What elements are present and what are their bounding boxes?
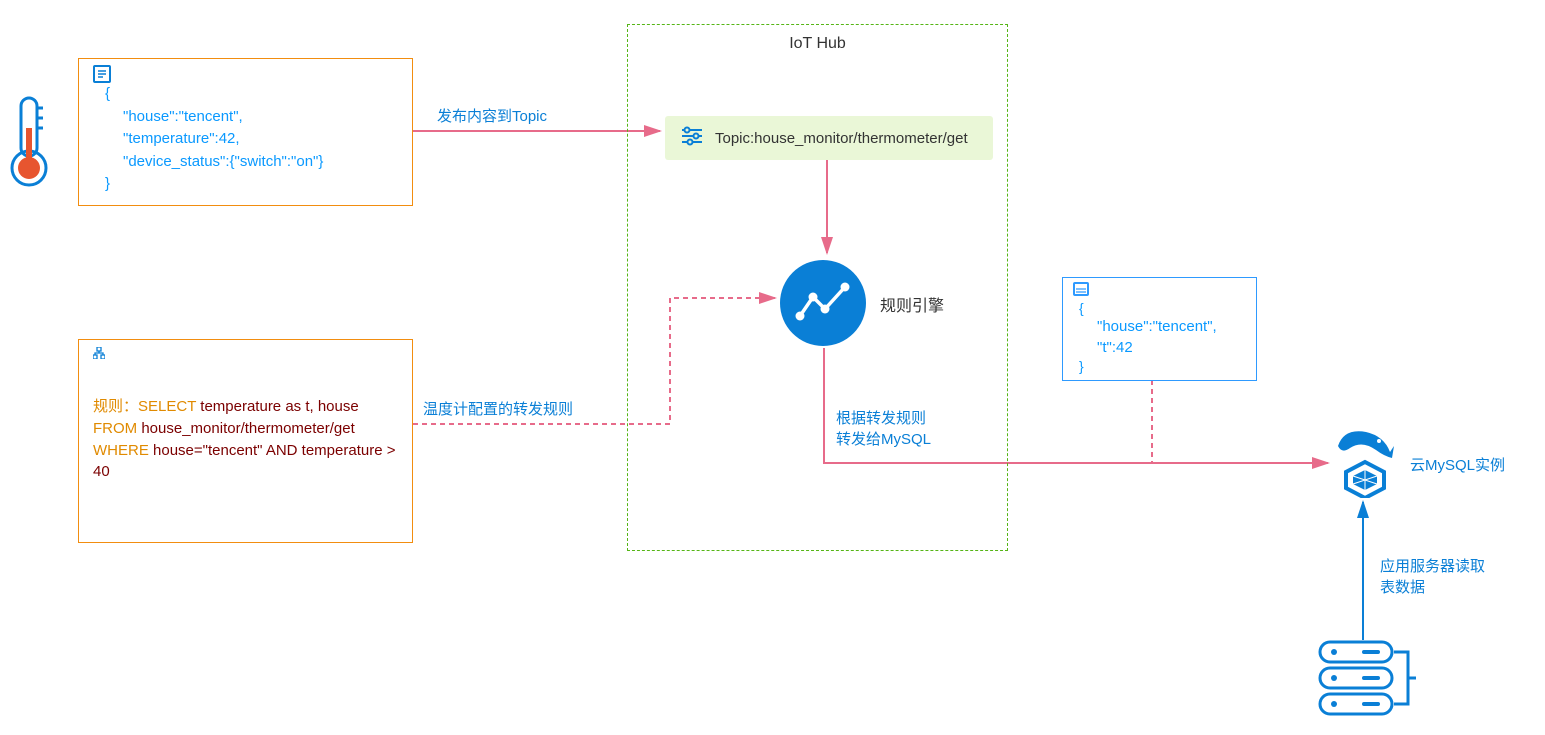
forward-label: 根据转发规则 转发给MySQL xyxy=(836,407,931,449)
device-json-line: "device_status":{"switch":"on"} xyxy=(93,151,392,174)
thermometer-icon xyxy=(6,94,52,190)
server-read-label: 应用服务器读取 表数据 xyxy=(1380,555,1485,597)
topic-text: Topic:house_monitor/thermometer/get xyxy=(715,130,968,147)
out-json-line: "t":42 xyxy=(1073,337,1242,358)
rule-text: 规则：SELECT temperature as t, house FROM h… xyxy=(93,396,398,483)
topic-pill: Topic:house_monitor/thermometer/get xyxy=(665,116,993,160)
rule-config-label: 温度计配置的转发规则 xyxy=(423,398,573,419)
server-stack-icon xyxy=(1318,640,1418,721)
publish-label: 发布内容到Topic xyxy=(437,105,547,126)
device-json-box: { "house":"tencent", "temperature":42, "… xyxy=(78,58,413,206)
note-icon xyxy=(93,65,111,83)
hierarchy-icon xyxy=(93,346,398,362)
output-json-box: { "house":"tencent", "t":42 } xyxy=(1062,277,1257,381)
rule-engine-node xyxy=(780,260,866,346)
note-icon xyxy=(1073,282,1089,296)
rule-box: 规则：SELECT temperature as t, house FROM h… xyxy=(78,339,413,543)
graph-icon xyxy=(795,281,851,325)
device-json-line: "temperature":42, xyxy=(93,128,392,151)
mysql-label: 云MySQL实例 xyxy=(1410,454,1505,475)
sliders-icon xyxy=(681,126,703,150)
iot-hub-title: IoT Hub xyxy=(628,35,1007,53)
rule-engine-label: 规则引擎 xyxy=(880,292,944,316)
out-json-line: "house":"tencent", xyxy=(1073,316,1242,337)
device-json-line: "house":"tencent", xyxy=(93,106,392,129)
mysql-icon xyxy=(1332,426,1398,501)
